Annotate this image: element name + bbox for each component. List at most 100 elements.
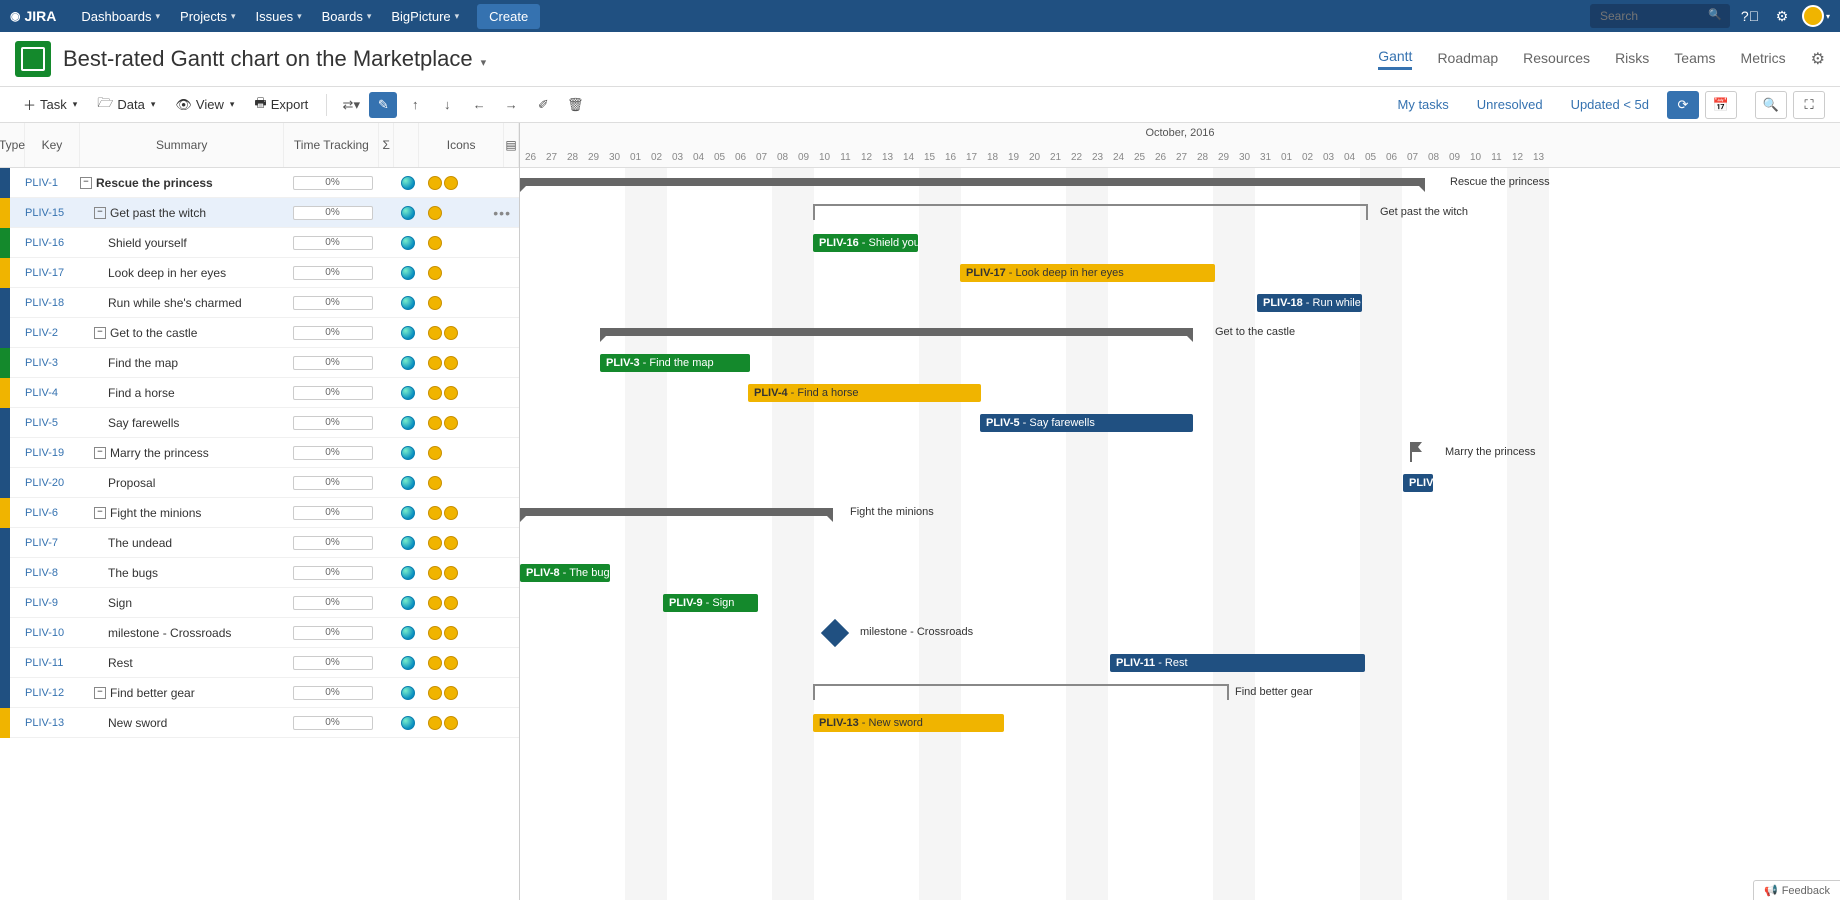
gantt-row[interactable]: Get past the witch xyxy=(520,198,1840,228)
col-sigma[interactable]: Σ xyxy=(379,123,394,167)
col-summary[interactable]: Summary xyxy=(80,123,285,167)
gantt-row[interactable] xyxy=(520,528,1840,558)
tab-roadmap[interactable]: Roadmap xyxy=(1437,50,1498,69)
table-row[interactable]: PLIV-7 The undead 0% xyxy=(0,528,519,558)
view-button[interactable]: 👁 View xyxy=(167,92,242,118)
col-type[interactable]: Type xyxy=(0,123,25,167)
issue-key[interactable]: PLIV-12 xyxy=(25,687,80,699)
gantt-summary-bar[interactable] xyxy=(600,328,1193,336)
gantt-chart[interactable]: Rescue the princessGet past the witch PLI… xyxy=(520,168,1840,900)
gantt-bracket[interactable] xyxy=(813,204,1368,216)
nav-item[interactable]: Issues xyxy=(246,0,312,32)
table-row[interactable]: PLIV-20 Proposal 0% xyxy=(0,468,519,498)
gantt-row[interactable]: PLIV-11 - Rest xyxy=(520,648,1840,678)
issue-key[interactable]: PLIV-15 xyxy=(25,207,80,219)
table-row[interactable]: PLIV-16 Shield yourself 0% xyxy=(0,228,519,258)
expand-icon[interactable]: − xyxy=(94,327,106,339)
gantt-bracket[interactable] xyxy=(813,684,1229,696)
task-button[interactable]: ＋ Task xyxy=(15,90,85,119)
feedback-button[interactable]: 📢 Feedback xyxy=(1753,880,1840,900)
gantt-row[interactable]: Find better gear xyxy=(520,678,1840,708)
export-button[interactable]: 🖶 Export xyxy=(246,89,316,121)
gantt-row[interactable]: PLIV-4 - Find a horse xyxy=(520,378,1840,408)
nav-item[interactable]: Boards xyxy=(312,0,382,32)
issue-key[interactable]: PLIV-5 xyxy=(25,417,80,429)
table-row[interactable]: PLIV-5 Say farewells 0% xyxy=(0,408,519,438)
data-button[interactable]: 🗁 Data xyxy=(89,89,163,121)
col-icons[interactable]: Icons xyxy=(419,123,504,167)
trash-icon[interactable]: 🗑 xyxy=(561,92,589,118)
nav-item[interactable]: Projects xyxy=(170,0,246,32)
fullscreen-icon[interactable]: ⛶ xyxy=(1793,91,1825,119)
pencil-icon[interactable]: ✐ xyxy=(529,92,557,118)
issue-key[interactable]: PLIV-20 xyxy=(25,477,80,489)
tab-metrics[interactable]: Metrics xyxy=(1741,50,1786,69)
tab-gantt[interactable]: Gantt xyxy=(1378,48,1412,70)
help-icon[interactable]: ?⃝ xyxy=(1738,4,1762,28)
gantt-bar[interactable]: PLIV-16 - Shield yourself xyxy=(813,234,918,252)
issue-key[interactable]: PLIV-17 xyxy=(25,267,80,279)
link-mode-icon[interactable]: ⇄▾ xyxy=(337,92,365,118)
expand-icon[interactable]: − xyxy=(94,207,106,219)
gantt-bar[interactable]: PLIV-17 - Look deep in her eyes xyxy=(960,264,1215,282)
col-timetracking[interactable]: Time Tracking xyxy=(284,123,379,167)
col-key[interactable]: Key xyxy=(25,123,80,167)
issue-key[interactable]: PLIV-16 xyxy=(25,237,80,249)
filter-link[interactable]: Updated < 5d xyxy=(1571,97,1649,112)
gantt-bar[interactable]: PLIV-18 - Run while she's charmed xyxy=(1257,294,1362,312)
gantt-row[interactable]: PLIV-18 - Run while she's charmed xyxy=(520,288,1840,318)
gantt-summary-bar[interactable] xyxy=(520,178,1425,186)
gantt-row[interactable]: Rescue the princess xyxy=(520,168,1840,198)
nav-item[interactable]: BigPicture xyxy=(381,0,469,32)
gantt-bar[interactable]: PLIV-11 - Rest xyxy=(1110,654,1365,672)
table-row[interactable]: PLIV-12 −Find better gear 0% xyxy=(0,678,519,708)
user-avatar[interactable] xyxy=(1802,5,1830,27)
gantt-row[interactable]: Fight the minions xyxy=(520,498,1840,528)
gear-icon[interactable]: ⚙ xyxy=(1811,49,1825,69)
issue-key[interactable]: PLIV-6 xyxy=(25,507,80,519)
jira-logo[interactable]: JIRA xyxy=(10,8,56,24)
col-expand[interactable]: ▤ xyxy=(504,123,519,167)
table-row[interactable]: PLIV-8 The bugs 0% xyxy=(0,558,519,588)
create-button[interactable]: Create xyxy=(477,4,540,29)
nav-item[interactable]: Dashboards xyxy=(71,0,170,32)
gantt-bar[interactable]: PLIV-13 - New sword xyxy=(813,714,1004,732)
gantt-bar[interactable]: PLIV-5 - Say farewells xyxy=(980,414,1193,432)
table-row[interactable]: PLIV-15 −Get past the witch 0% ••• xyxy=(0,198,519,228)
gantt-row[interactable]: PLIV-16 - Shield yourself xyxy=(520,228,1840,258)
issue-key[interactable]: PLIV-2 xyxy=(25,327,80,339)
gantt-row[interactable]: PLIV-17 - Look deep in her eyes xyxy=(520,258,1840,288)
more-icon[interactable]: ••• xyxy=(493,205,511,221)
table-row[interactable]: PLIV-18 Run while she's charmed 0% xyxy=(0,288,519,318)
tab-resources[interactable]: Resources xyxy=(1523,50,1590,69)
expand-icon[interactable]: − xyxy=(80,177,92,189)
table-row[interactable]: PLIV-9 Sign 0% xyxy=(0,588,519,618)
table-row[interactable]: PLIV-19 −Marry the princess 0% xyxy=(0,438,519,468)
table-row[interactable]: PLIV-3 Find the map 0% xyxy=(0,348,519,378)
milestone-diamond[interactable] xyxy=(821,619,849,647)
issue-key[interactable]: PLIV-9 xyxy=(25,597,80,609)
gantt-row[interactable]: PLIV-9 - Sign xyxy=(520,588,1840,618)
tab-teams[interactable]: Teams xyxy=(1674,50,1715,69)
gantt-bar[interactable]: PLIV-4 - Find a horse xyxy=(748,384,981,402)
filter-link[interactable]: Unresolved xyxy=(1477,97,1543,112)
table-row[interactable]: PLIV-1 −Rescue the princess 0% xyxy=(0,168,519,198)
table-row[interactable]: PLIV-11 Rest 0% xyxy=(0,648,519,678)
gantt-row[interactable]: PLIV-5 - Say farewells xyxy=(520,408,1840,438)
search-toolbar-icon[interactable]: 🔍 xyxy=(1755,91,1787,119)
search-input[interactable] xyxy=(1590,4,1730,28)
table-row[interactable]: PLIV-13 New sword 0% xyxy=(0,708,519,738)
filter-link[interactable]: My tasks xyxy=(1398,97,1449,112)
gantt-bar[interactable]: PLIV-8 - The bugs xyxy=(520,564,610,582)
gantt-flag[interactable] xyxy=(1410,442,1426,465)
expand-icon[interactable]: − xyxy=(94,687,106,699)
issue-key[interactable]: PLIV-7 xyxy=(25,537,80,549)
gantt-bar[interactable]: PLIV-3 - Find the map xyxy=(600,354,750,372)
issue-key[interactable]: PLIV-1 xyxy=(25,177,80,189)
gantt-summary-bar[interactable] xyxy=(520,508,833,516)
issue-key[interactable]: PLIV-8 xyxy=(25,567,80,579)
arrow-down-icon[interactable]: ↓ xyxy=(433,92,461,118)
edit-mode-icon[interactable]: ✎ xyxy=(369,92,397,118)
issue-key[interactable]: PLIV-4 xyxy=(25,387,80,399)
gantt-row[interactable]: milestone - Crossroads xyxy=(520,618,1840,648)
